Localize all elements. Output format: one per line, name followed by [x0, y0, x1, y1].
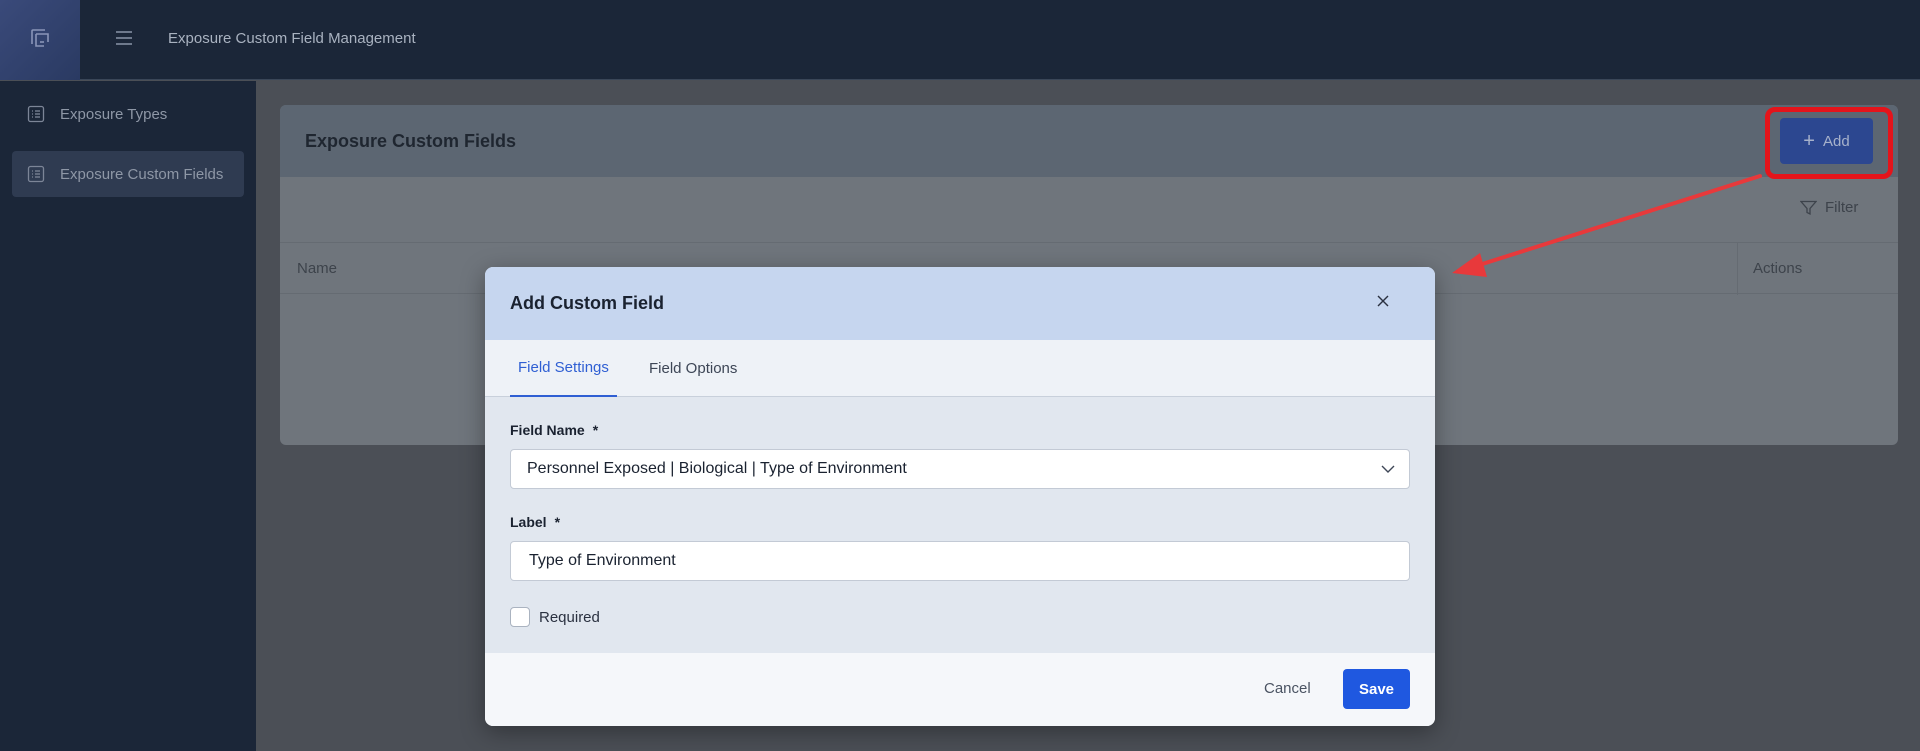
filter-button[interactable]: Filter: [1800, 199, 1858, 216]
cancel-button[interactable]: Cancel: [1264, 680, 1311, 697]
required-checkbox-label: Required: [539, 608, 600, 626]
close-button[interactable]: [1371, 291, 1395, 315]
tab-field-settings[interactable]: Field Settings: [510, 340, 617, 397]
sidebar-item-exposure-custom-fields[interactable]: Exposure Custom Fields: [12, 151, 244, 197]
required-checkbox[interactable]: [510, 607, 530, 627]
column-header-name[interactable]: Name: [297, 260, 337, 277]
required-mark: *: [554, 514, 561, 530]
label-field-label-text: Label: [510, 514, 547, 530]
menu-toggle-button[interactable]: [110, 26, 138, 54]
field-name-label: Field Name *: [510, 422, 598, 438]
add-button-highlight: [1765, 107, 1893, 179]
hamburger-icon: [114, 30, 134, 51]
field-name-select[interactable]: Personnel Exposed | Biological | Type of…: [510, 449, 1410, 489]
list-icon: [26, 164, 46, 184]
top-bar: Exposure Custom Field Management: [0, 0, 1920, 80]
list-icon: [26, 104, 46, 124]
field-name-label-text: Field Name: [510, 422, 585, 438]
label-input[interactable]: [510, 541, 1410, 581]
sidebar: Exposure Types Exposure Custom Fields: [0, 81, 256, 751]
filter-icon: [1800, 200, 1817, 216]
app-logo[interactable]: [0, 0, 80, 80]
required-mark: *: [592, 422, 599, 438]
field-name-value: Personnel Exposed | Biological | Type of…: [527, 460, 907, 477]
column-divider: [1737, 243, 1738, 295]
logo-icon: [28, 26, 52, 55]
dialog-header: Add Custom Field: [485, 267, 1435, 340]
filter-label: Filter: [1825, 199, 1859, 216]
card-header: Exposure Custom Fields + Add: [280, 105, 1898, 177]
column-header-actions: Actions: [1753, 260, 1803, 277]
app-title: Exposure Custom Field Management: [168, 30, 416, 47]
label-field-label: Label *: [510, 514, 560, 530]
required-checkbox-row[interactable]: Required: [510, 607, 600, 627]
sidebar-item-label: Exposure Types: [60, 105, 168, 123]
page-title: Exposure Custom Fields: [305, 131, 517, 151]
dialog-footer: Cancel Save: [485, 653, 1435, 726]
add-custom-field-dialog: Add Custom Field Field Settings Field Op…: [485, 267, 1435, 726]
sidebar-item-exposure-types[interactable]: Exposure Types: [12, 91, 244, 137]
chevron-down-icon: [1381, 462, 1395, 476]
tab-field-options[interactable]: Field Options: [649, 340, 737, 397]
dialog-tabs: Field Settings Field Options: [485, 340, 1435, 397]
sidebar-item-label: Exposure Custom Fields: [60, 165, 224, 183]
save-button[interactable]: Save: [1343, 669, 1410, 709]
dialog-title: Add Custom Field: [510, 293, 664, 313]
close-icon: [1377, 294, 1389, 312]
